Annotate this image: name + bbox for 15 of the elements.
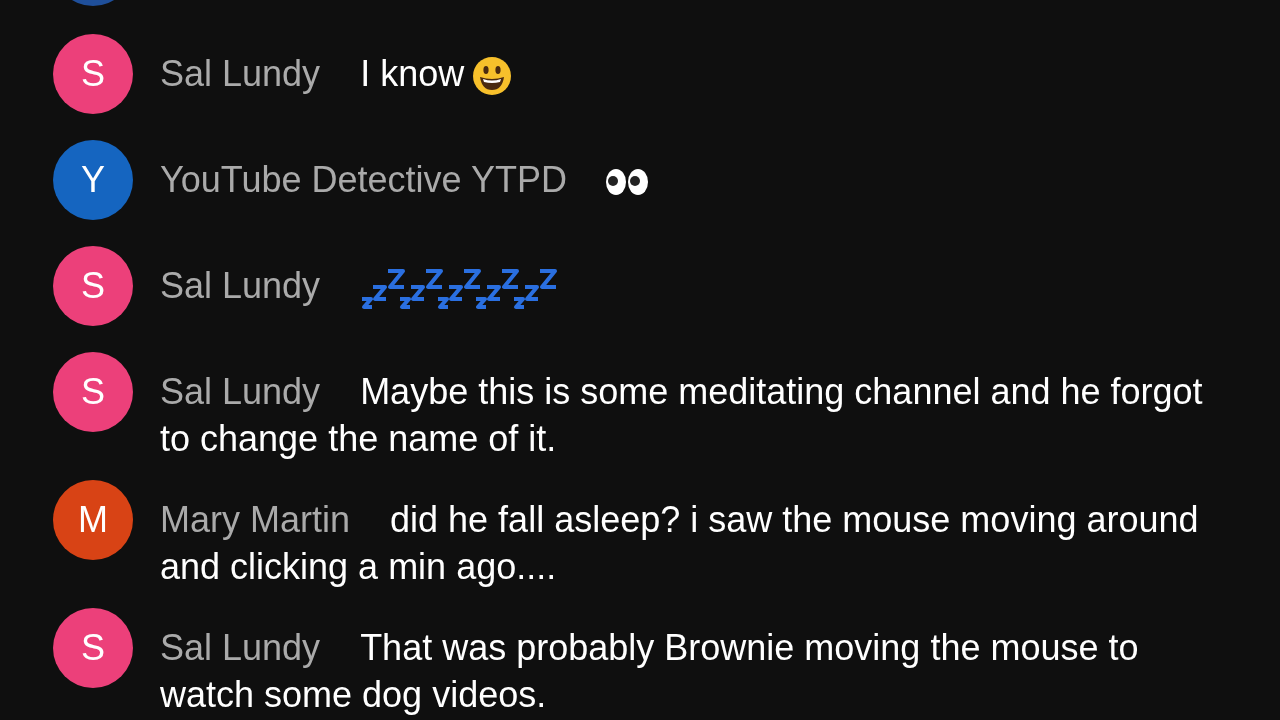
avatar-initial: S [81, 627, 105, 669]
avatar-initial: S [81, 53, 105, 95]
author-name: Sal Lundy [160, 53, 321, 94]
message-text: I know [360, 53, 465, 94]
chat-message: Sal Lundy That was probably Brownie moving the mouse to watch some dog videos. [160, 626, 1140, 717]
avatar-initial: Y [81, 159, 105, 201]
avatar-initial: S [81, 371, 105, 413]
author-name: Sal Lundy [160, 265, 321, 306]
chat-message: Sal Lundy Maybe this is some meditating channel and he forgot to change the name of it. [160, 370, 1204, 461]
avatar-initial: M [78, 499, 108, 541]
eyes-emoji-icon [604, 167, 649, 198]
author-name: YouTube Detective YTPD [160, 159, 567, 200]
avatar-initial: S [81, 265, 105, 307]
chat-message: Mary Martin did he fall asleep? i saw the mouse moving around and clicking a min ago.... [160, 498, 1200, 589]
smiley-emoji-icon [472, 56, 513, 97]
